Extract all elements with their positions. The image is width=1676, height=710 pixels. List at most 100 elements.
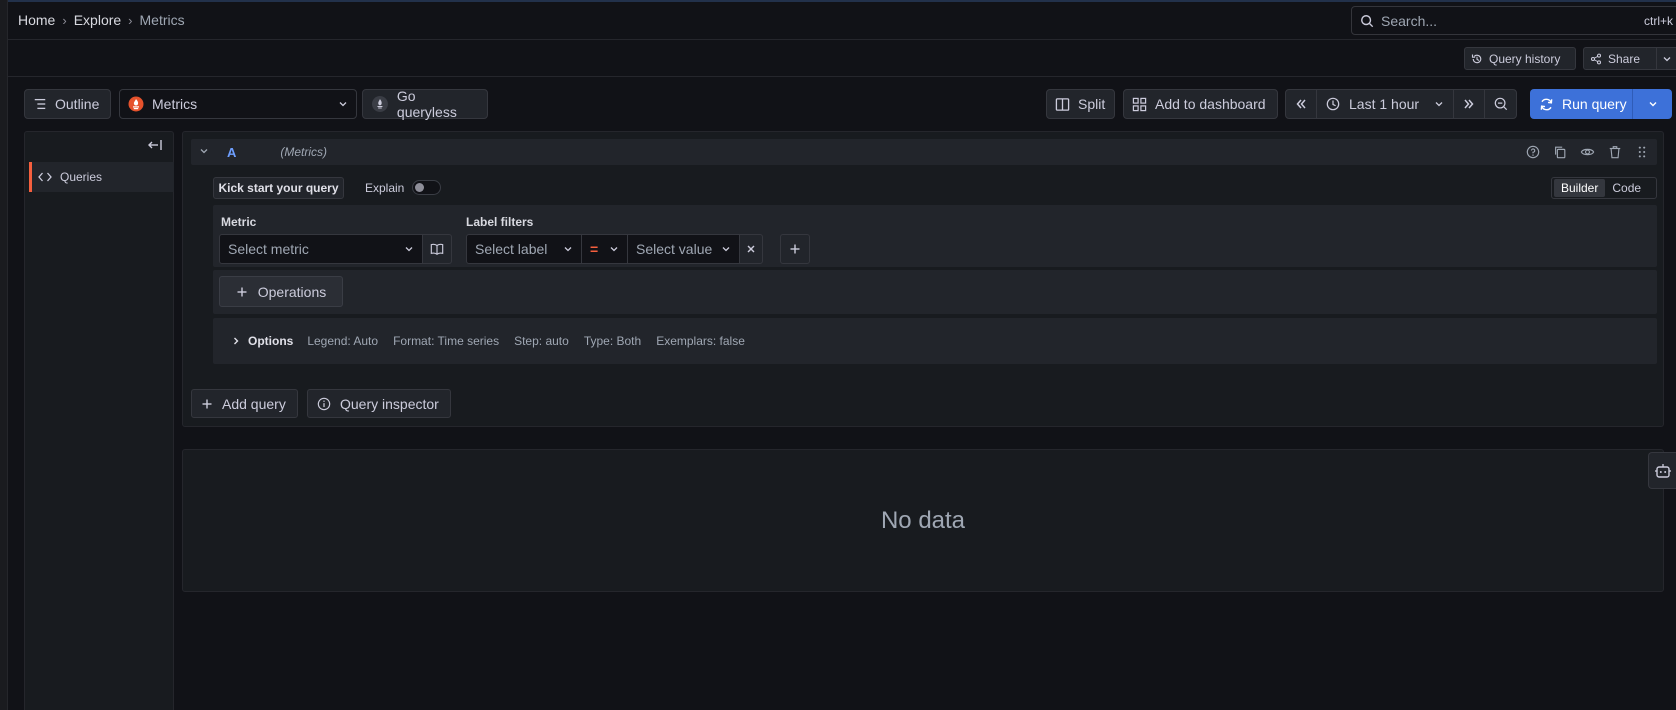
trash-icon[interactable] bbox=[1608, 145, 1622, 159]
chevron-down-icon bbox=[609, 241, 619, 257]
label-select-placeholder: Select label bbox=[475, 241, 548, 257]
explore-page: Home › Explore › Metrics Search... ctrl+… bbox=[0, 0, 1676, 710]
operations-label: Operations bbox=[257, 283, 327, 300]
explain-label: Explain bbox=[365, 180, 405, 195]
chevron-down-icon bbox=[404, 241, 414, 257]
query-editor-panel: A (Metrics) Kick start your query Explai… bbox=[182, 131, 1664, 427]
chevron-down-icon[interactable] bbox=[1656, 48, 1672, 69]
breadcrumb-home[interactable]: Home bbox=[18, 12, 55, 28]
metrics-explorer-button[interactable] bbox=[423, 234, 452, 264]
operator-select[interactable]: = bbox=[581, 234, 628, 264]
add-to-dashboard-button[interactable]: Add to dashboard bbox=[1123, 89, 1278, 119]
explain-toggle[interactable]: Explain bbox=[365, 180, 442, 195]
search-bar[interactable]: Search... ctrl+k bbox=[1351, 6, 1676, 35]
collapse-outline-icon[interactable] bbox=[147, 138, 163, 154]
breadcrumb-explore[interactable]: Explore bbox=[74, 12, 121, 28]
top-bar: Home › Explore › Metrics Search... ctrl+… bbox=[8, 2, 1676, 40]
datasource-name: Metrics bbox=[152, 96, 198, 112]
assistant-bot-icon[interactable] bbox=[1648, 452, 1676, 489]
secondary-toolbar: Query history Share bbox=[8, 41, 1676, 77]
label-select[interactable]: Select label bbox=[466, 234, 582, 264]
time-picker-button[interactable]: Last 1 hour bbox=[1317, 90, 1454, 118]
add-operation-button[interactable]: Operations bbox=[219, 276, 343, 307]
double-chevron-left-icon bbox=[1296, 99, 1306, 109]
plus-icon bbox=[237, 287, 247, 296]
code-mode-button[interactable]: Code bbox=[1605, 179, 1648, 197]
results-panel: No data bbox=[182, 449, 1664, 592]
sidebar-item-label: Queries bbox=[60, 170, 103, 184]
zoom-out-button[interactable] bbox=[1485, 90, 1516, 118]
query-inspector-button[interactable]: Query inspector bbox=[307, 389, 451, 418]
help-icon[interactable] bbox=[1526, 145, 1540, 159]
shift-time-back-button[interactable] bbox=[1286, 90, 1317, 118]
query-ref-id[interactable]: A bbox=[227, 145, 236, 160]
chevron-down-icon bbox=[563, 241, 573, 257]
drag-handle-icon[interactable] bbox=[1635, 145, 1649, 159]
search-shortcut: ctrl+k bbox=[1643, 13, 1673, 28]
collapse-query-chevron-icon[interactable] bbox=[199, 146, 209, 159]
add-query-button[interactable]: Add query bbox=[191, 389, 298, 418]
options-title: Options bbox=[248, 334, 294, 348]
run-query-button[interactable]: Run query bbox=[1530, 89, 1672, 119]
plus-icon bbox=[790, 244, 800, 254]
query-history-button[interactable]: Query history bbox=[1464, 47, 1576, 70]
switch-knob bbox=[415, 183, 425, 192]
eye-icon[interactable] bbox=[1580, 145, 1595, 159]
chevron-right-icon bbox=[234, 337, 239, 345]
search-icon bbox=[1361, 14, 1374, 27]
value-select-placeholder: Select value bbox=[636, 241, 713, 257]
refresh-icon bbox=[1540, 98, 1553, 110]
chevron-down-icon bbox=[1434, 96, 1444, 112]
value-select[interactable]: Select value bbox=[627, 234, 740, 264]
add-filter-button[interactable] bbox=[780, 234, 810, 264]
datasource-picker[interactable]: Metrics bbox=[119, 89, 357, 119]
run-query-options-chevron-icon[interactable] bbox=[1633, 99, 1672, 109]
option-type: Type: Both bbox=[583, 334, 642, 348]
clock-icon bbox=[1326, 97, 1340, 111]
code-brackets-icon bbox=[38, 172, 52, 182]
history-icon bbox=[1471, 54, 1482, 63]
shift-time-forward-button[interactable] bbox=[1454, 90, 1485, 118]
share-label: Share bbox=[1608, 51, 1641, 66]
metric-select-placeholder: Select metric bbox=[228, 241, 309, 257]
breadcrumb: Home › Explore › Metrics bbox=[18, 12, 185, 28]
metric-field-label: Metric bbox=[221, 215, 257, 229]
query-options-section[interactable]: Options Legend: Auto Format: Time series… bbox=[213, 318, 1657, 364]
breadcrumb-separator-icon: › bbox=[62, 12, 67, 28]
operations-section: Operations bbox=[213, 270, 1657, 314]
sidebar-item-queries[interactable]: Queries bbox=[29, 162, 174, 192]
option-step: Step: auto bbox=[514, 334, 569, 348]
go-queryless-button[interactable]: Go queryless bbox=[362, 88, 488, 120]
metric-select[interactable]: Select metric bbox=[219, 234, 423, 264]
explain-switch[interactable] bbox=[412, 180, 442, 195]
close-icon bbox=[747, 245, 755, 253]
left-edge-strip bbox=[0, 0, 8, 710]
run-query-main[interactable]: Run query bbox=[1530, 89, 1633, 119]
dashboard-grid-icon bbox=[1132, 97, 1147, 111]
split-columns-icon bbox=[1055, 97, 1070, 111]
outline-list-icon bbox=[34, 98, 46, 110]
remove-filter-button[interactable] bbox=[739, 234, 763, 264]
query-row-header: A (Metrics) bbox=[191, 139, 1657, 165]
split-button[interactable]: Split bbox=[1046, 89, 1115, 119]
add-query-label: Add query bbox=[222, 395, 286, 412]
zoom-out-icon bbox=[1494, 97, 1507, 111]
outline-button[interactable]: Outline bbox=[24, 89, 111, 119]
query-datasource-label: (Metrics) bbox=[280, 145, 328, 159]
kick-start-query-button[interactable]: Kick start your query bbox=[213, 177, 344, 199]
option-legend: Legend: Auto bbox=[307, 334, 379, 348]
query-row-actions bbox=[1526, 145, 1649, 159]
query-inspector-label: Query inspector bbox=[340, 395, 439, 412]
run-query-label: Run query bbox=[1562, 96, 1627, 112]
outline-label: Outline bbox=[55, 96, 100, 112]
queryless-app-icon bbox=[371, 96, 388, 112]
duplicate-icon[interactable] bbox=[1553, 145, 1567, 159]
query-history-label: Query history bbox=[1489, 51, 1561, 66]
share-button[interactable]: Share bbox=[1583, 47, 1676, 70]
time-range-controls: Last 1 hour bbox=[1285, 89, 1517, 119]
split-label: Split bbox=[1078, 96, 1106, 112]
share-icon bbox=[1590, 53, 1602, 64]
double-chevron-right-icon bbox=[1464, 99, 1474, 109]
time-range-label: Last 1 hour bbox=[1349, 96, 1420, 112]
builder-mode-button[interactable]: Builder bbox=[1554, 179, 1606, 197]
